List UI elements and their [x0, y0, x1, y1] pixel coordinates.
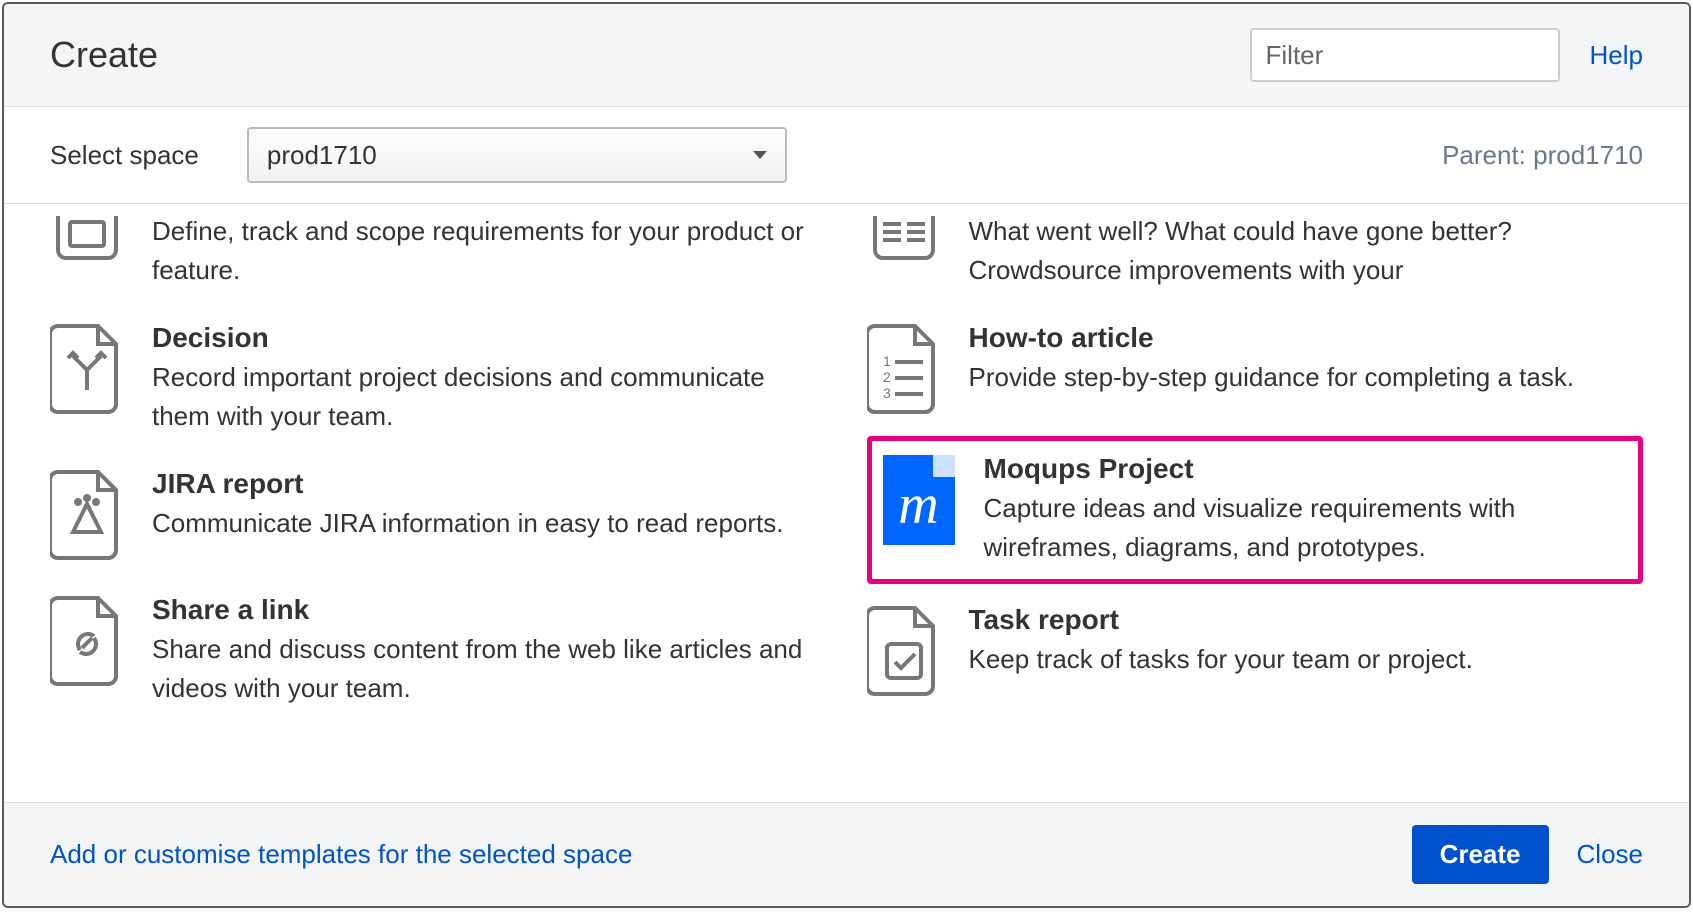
- template-title: Decision: [152, 322, 827, 354]
- dialog-title: Create: [50, 34, 1250, 76]
- template-title: Share a link: [152, 594, 827, 626]
- filter-input[interactable]: [1250, 28, 1560, 82]
- svg-text:2: 2: [883, 369, 891, 385]
- template-desc: Communicate JIRA information in easy to …: [152, 504, 827, 543]
- template-list: Define, track and scope requirements for…: [4, 204, 1689, 802]
- template-desc: Define, track and scope requirements for…: [152, 212, 827, 290]
- close-button[interactable]: Close: [1577, 839, 1643, 870]
- help-link[interactable]: Help: [1590, 40, 1643, 71]
- template-item[interactable]: JIRA report Communicate JIRA information…: [50, 452, 827, 578]
- chevron-down-icon: [753, 151, 767, 159]
- template-item[interactable]: Decision Record important project decisi…: [50, 306, 827, 452]
- template-desc: Share and discuss content from the web l…: [152, 630, 827, 708]
- retrospective-icon: [867, 212, 941, 266]
- template-column-right: What went well? What could have gone bet…: [867, 204, 1644, 802]
- dialog-footer: Add or customise templates for the selec…: [4, 802, 1689, 906]
- template-title: How-to article: [969, 322, 1644, 354]
- template-title: JIRA report: [152, 468, 827, 500]
- dialog-header: Create Help: [4, 4, 1689, 107]
- template-desc: Record important project decisions and c…: [152, 358, 827, 436]
- template-desc: What went well? What could have gone bet…: [969, 212, 1644, 290]
- customise-templates-link[interactable]: Add or customise templates for the selec…: [50, 839, 632, 870]
- moqups-icon: m: [882, 453, 956, 547]
- template-item[interactable]: Task report Keep track of tasks for your…: [867, 588, 1644, 714]
- template-title: Task report: [969, 604, 1644, 636]
- template-item[interactable]: Share a link Share and discuss content f…: [50, 578, 827, 724]
- link-icon: [50, 594, 124, 688]
- template-desc: Capture ideas and visualize requirements…: [984, 489, 1623, 567]
- parent-label: Parent: prod1710: [1442, 140, 1643, 171]
- space-selected-value: prod1710: [267, 140, 377, 171]
- template-item[interactable]: Define, track and scope requirements for…: [50, 204, 827, 306]
- template-item-moqups[interactable]: m Moqups Project Capture ideas and visua…: [867, 436, 1644, 584]
- decision-icon: [50, 322, 124, 416]
- space-selector-row: Select space prod1710 Parent: prod1710: [4, 107, 1689, 204]
- document-icon: [50, 212, 124, 266]
- template-title: Moqups Project: [984, 453, 1623, 485]
- template-desc: Provide step-by-step guidance for comple…: [969, 358, 1644, 397]
- task-report-icon: [867, 604, 941, 698]
- space-select[interactable]: prod1710: [247, 127, 787, 183]
- space-label: Select space: [50, 140, 199, 171]
- template-item[interactable]: What went well? What could have gone bet…: [867, 204, 1644, 306]
- template-item[interactable]: 123 How-to article Provide step-by-step …: [867, 306, 1644, 432]
- jira-report-icon: [50, 468, 124, 562]
- template-desc: Keep track of tasks for your team or pro…: [969, 640, 1644, 679]
- template-column-left: Define, track and scope requirements for…: [50, 204, 827, 802]
- svg-text:3: 3: [883, 385, 891, 401]
- howto-icon: 123: [867, 322, 941, 416]
- svg-text:1: 1: [883, 353, 891, 369]
- create-dialog: Create Help Select space prod1710 Parent…: [2, 2, 1691, 908]
- create-button[interactable]: Create: [1412, 825, 1549, 884]
